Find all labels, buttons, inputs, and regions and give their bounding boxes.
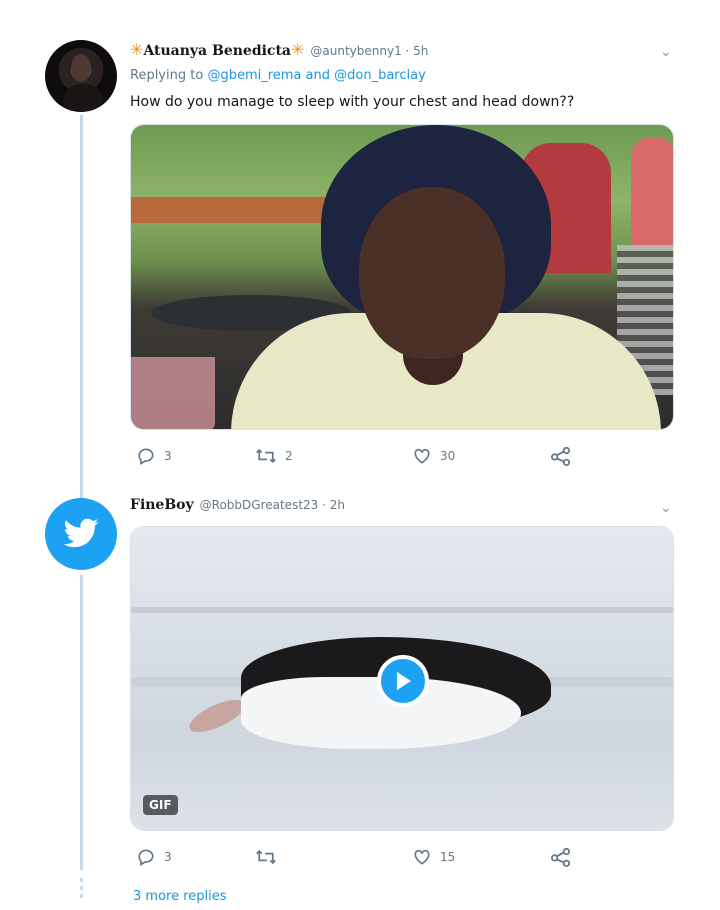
reply-icon	[138, 448, 154, 465]
retweet-button[interactable]: 2	[255, 446, 293, 466]
asterisk-emoji-icon: ✳	[130, 40, 144, 59]
like-icon	[414, 849, 430, 865]
retweet-icon	[256, 849, 276, 865]
replying-to-link[interactable]: @gbemi_rema and @don_barclay	[207, 68, 425, 83]
share-icon	[551, 446, 571, 466]
reply-count: 3	[164, 449, 172, 463]
reply-count: 3	[164, 850, 172, 864]
like-count: 30	[440, 449, 456, 463]
play-button[interactable]	[377, 655, 429, 707]
like-icon	[414, 448, 430, 464]
like-count: 15	[440, 850, 456, 864]
tweet-actions: 3 2 30	[130, 446, 674, 468]
retweet-icon	[256, 448, 276, 464]
avatar[interactable]	[45, 498, 117, 570]
share-button[interactable]	[550, 446, 572, 466]
retweet-button[interactable]	[255, 847, 285, 867]
gif-badge: GIF	[143, 795, 178, 815]
tweet-header: ✳Atuanya Benedicta✳ @auntybenny1 · 5h	[130, 40, 428, 59]
avatar[interactable]	[45, 40, 117, 112]
tweet-gif[interactable]: GIF	[130, 526, 674, 831]
asterisk-emoji-icon: ✳	[291, 40, 305, 59]
replying-to: Replying to @gbemi_rema and @don_barclay	[130, 68, 426, 83]
reply-icon	[138, 849, 154, 866]
share-button[interactable]	[550, 847, 572, 867]
share-icon	[551, 847, 571, 867]
play-icon	[397, 672, 411, 690]
more-replies-link[interactable]: 3 more replies	[133, 889, 227, 904]
tweet-header: FineBoy @RobbDGreatest23 · 2h	[130, 497, 345, 513]
chevron-down-icon[interactable]: ⌄	[660, 44, 672, 60]
reply-button[interactable]: 3	[136, 847, 172, 867]
tweet-image[interactable]	[130, 124, 674, 430]
tweet-actions: 3 15	[130, 847, 674, 869]
thread-dots	[80, 878, 83, 900]
tweet-text: How do you manage to sleep with your che…	[130, 94, 575, 110]
like-button[interactable]: 15	[412, 847, 455, 867]
display-name[interactable]: Atuanya Benedicta	[143, 43, 291, 59]
retweet-count: 2	[285, 449, 293, 463]
chevron-down-icon[interactable]: ⌄	[660, 500, 672, 516]
replying-prefix: Replying to	[130, 68, 204, 83]
twitter-bird-icon	[63, 518, 99, 548]
like-button[interactable]: 30	[412, 446, 455, 466]
display-name[interactable]: FineBoy	[130, 497, 194, 513]
thread-line	[80, 575, 83, 870]
reply-button[interactable]: 3	[136, 446, 172, 466]
thread-line	[80, 115, 83, 510]
handle-and-time[interactable]: @auntybenny1 · 5h	[310, 44, 428, 58]
handle-and-time[interactable]: @RobbDGreatest23 · 2h	[200, 498, 345, 512]
